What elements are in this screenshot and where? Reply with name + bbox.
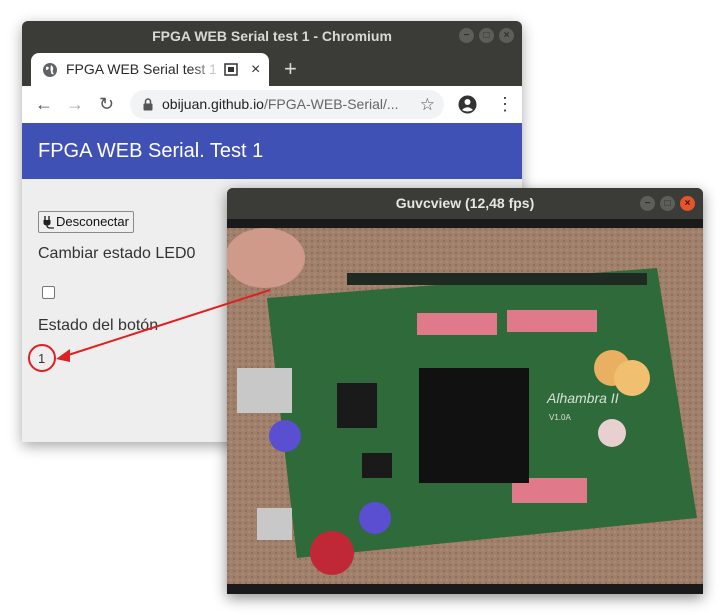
serial-port-icon <box>224 63 238 76</box>
guvcview-close-button[interactable]: × <box>680 196 695 211</box>
tab-fpga-web-serial[interactable]: FPGA WEB Serial test 1 × <box>31 53 269 86</box>
window-title: FPGA WEB Serial test 1 - Chromium <box>152 28 392 44</box>
led0-checkbox[interactable] <box>42 286 55 299</box>
tab-close-icon[interactable]: × <box>251 53 260 86</box>
button-state-label: Estado del botón <box>38 317 159 334</box>
reload-button[interactable]: ↻ <box>99 86 114 123</box>
window-controls: − □ × <box>459 28 514 43</box>
back-button[interactable]: ← <box>35 86 53 123</box>
page-title: FPGA WEB Serial. Test 1 <box>38 140 264 162</box>
app-header: FPGA WEB Serial. Test 1 <box>22 123 522 179</box>
guvcview-minimize-button[interactable]: − <box>640 196 655 211</box>
camera-image: Alhambra II V1.0A <box>227 228 703 584</box>
profile-icon[interactable] <box>458 95 477 114</box>
led-red <box>310 531 354 575</box>
plug-icon <box>43 216 54 229</box>
bookmark-star-icon[interactable]: ☆ <box>420 90 435 119</box>
url-text: obijuan.github.io/FPGA-WEB-Serial/... <box>162 90 399 119</box>
board-version: V1.0A <box>549 413 571 422</box>
guvcview-title: Guvcview (12,48 fps) <box>395 195 535 211</box>
header-top <box>347 273 647 285</box>
fpga-chip <box>419 368 529 483</box>
new-tab-button[interactable]: + <box>284 51 297 86</box>
address-bar[interactable]: obijuan.github.io/FPGA-WEB-Serial/... ☆ <box>130 90 444 119</box>
finger <box>227 228 305 288</box>
url-host: obijuan.github.io <box>162 96 264 112</box>
camera-feed: Alhambra II V1.0A <box>227 228 703 584</box>
pin-header-right <box>507 310 597 332</box>
pin-header-left <box>417 313 497 335</box>
menu-icon[interactable]: ⋮ <box>496 86 514 123</box>
lock-icon <box>143 98 153 111</box>
maximize-button[interactable]: □ <box>479 28 494 43</box>
browser-toolbar: ← → ↻ obijuan.github.io/FPGA-WEB-Serial/… <box>22 86 522 124</box>
globe-icon <box>43 63 57 77</box>
disconnect-button[interactable]: Desconectar <box>38 211 134 233</box>
close-button[interactable]: × <box>499 28 514 43</box>
guvcview-window-controls: − □ × <box>640 196 695 211</box>
disconnect-label: Desconectar <box>56 214 129 229</box>
chip-small <box>337 383 377 428</box>
led-blue-left <box>269 420 301 452</box>
led-label: Cambiar estado LED0 <box>38 245 196 262</box>
board-label: Alhambra II <box>546 390 619 406</box>
usb-connector <box>237 368 292 413</box>
tab-strip: FPGA WEB Serial test 1 × + <box>22 51 522 86</box>
guvcview-window: Guvcview (12,48 fps) − □ × Alhambra II V… <box>227 188 703 594</box>
minimize-button[interactable]: − <box>459 28 474 43</box>
guvcview-titlebar[interactable]: Guvcview (12,48 fps) − □ × <box>227 188 703 219</box>
button-state-value: 1 <box>38 351 46 366</box>
url-path: /FPGA-WEB-Serial/... <box>263 96 399 112</box>
window-titlebar[interactable]: FPGA WEB Serial test 1 - Chromium − □ × <box>22 21 522 51</box>
button-white <box>598 419 626 447</box>
guvcview-maximize-button[interactable]: □ <box>660 196 675 211</box>
led-blue-bottom <box>359 502 391 534</box>
chip-tiny <box>362 453 392 478</box>
forward-button[interactable]: → <box>66 86 84 123</box>
power-connector <box>257 508 292 540</box>
